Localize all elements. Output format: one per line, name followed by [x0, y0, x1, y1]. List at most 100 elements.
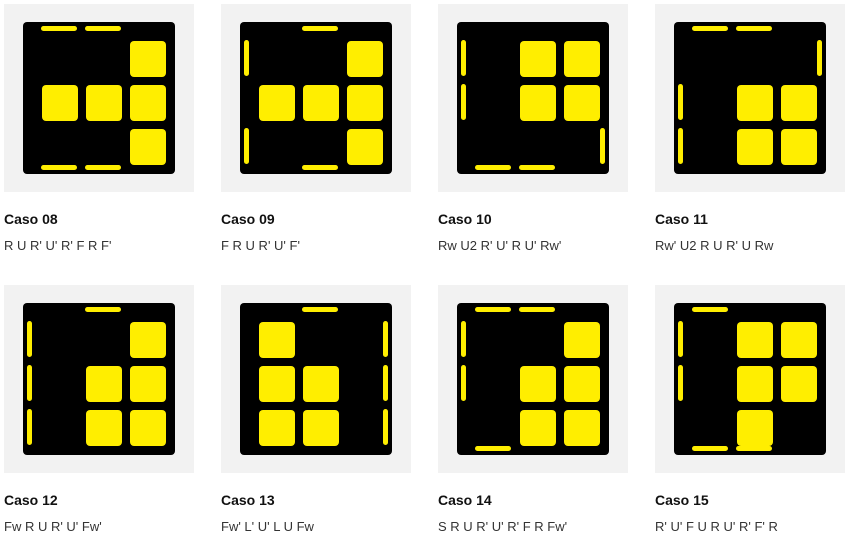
yellow-sticker	[781, 322, 817, 358]
side-sticker-top	[736, 26, 772, 31]
side-sticker-left	[27, 365, 32, 401]
case-thumbnail[interactable]	[4, 4, 194, 192]
yellow-sticker	[347, 129, 383, 165]
yellow-sticker	[86, 366, 122, 402]
side-sticker-bottom	[302, 165, 338, 170]
side-sticker-top	[519, 307, 555, 312]
case-thumbnail[interactable]	[438, 285, 628, 473]
yellow-sticker	[737, 85, 773, 121]
side-sticker-right	[383, 365, 388, 401]
yellow-sticker	[737, 129, 773, 165]
case-title: Caso 13	[221, 492, 275, 508]
side-sticker-top	[475, 307, 511, 312]
side-sticker-left	[27, 409, 32, 445]
yellow-sticker	[781, 85, 817, 121]
case-thumbnail[interactable]	[221, 285, 411, 473]
side-sticker-bottom	[41, 165, 77, 170]
yellow-sticker	[781, 366, 817, 402]
yellow-sticker	[520, 410, 556, 446]
yellow-sticker	[564, 366, 600, 402]
yellow-sticker	[737, 366, 773, 402]
case-title: Caso 15	[655, 492, 709, 508]
oll-cases-page: { "colors": { "sticker": "#ffee00", "cub…	[0, 0, 851, 539]
yellow-sticker	[303, 410, 339, 446]
yellow-sticker	[130, 410, 166, 446]
side-sticker-bottom	[692, 446, 728, 451]
side-sticker-top	[692, 307, 728, 312]
yellow-sticker	[259, 322, 295, 358]
cube-top-face-diagram	[674, 22, 826, 174]
yellow-sticker	[564, 322, 600, 358]
case-algorithm: Fw' L' U' L U Fw	[221, 519, 314, 534]
case-algorithm: R U R' U' R' F R F'	[4, 238, 112, 253]
cube-top-face-diagram	[23, 22, 175, 174]
side-sticker-left	[461, 40, 466, 76]
case-thumbnail[interactable]	[4, 285, 194, 473]
case-thumbnail[interactable]	[438, 4, 628, 192]
yellow-sticker	[347, 85, 383, 121]
yellow-sticker	[130, 322, 166, 358]
yellow-sticker	[737, 410, 773, 446]
yellow-sticker	[564, 410, 600, 446]
yellow-sticker	[520, 85, 556, 121]
yellow-sticker	[303, 85, 339, 121]
case-title: Caso 08	[4, 211, 58, 227]
yellow-sticker	[130, 129, 166, 165]
yellow-sticker	[130, 41, 166, 77]
yellow-sticker	[303, 366, 339, 402]
side-sticker-left	[461, 365, 466, 401]
case-title: Caso 09	[221, 211, 275, 227]
side-sticker-left	[678, 365, 683, 401]
yellow-sticker	[259, 410, 295, 446]
side-sticker-top	[85, 26, 121, 31]
case-title: Caso 14	[438, 492, 492, 508]
case-algorithm: Rw' U2 R U R' U Rw	[655, 238, 774, 253]
side-sticker-left	[678, 128, 683, 164]
cube-top-face-diagram	[457, 22, 609, 174]
case-title: Caso 11	[655, 211, 708, 227]
yellow-sticker	[130, 366, 166, 402]
side-sticker-left	[27, 321, 32, 357]
case-thumbnail[interactable]	[221, 4, 411, 192]
case-algorithm: Fw R U R' U' Fw'	[4, 519, 102, 534]
yellow-sticker	[781, 129, 817, 165]
side-sticker-top	[302, 26, 338, 31]
case-algorithm: S R U R' U' R' F R Fw'	[438, 519, 568, 534]
yellow-sticker	[259, 366, 295, 402]
yellow-sticker	[564, 85, 600, 121]
side-sticker-bottom	[519, 165, 555, 170]
cube-top-face-diagram	[240, 22, 392, 174]
case-title: Caso 10	[438, 211, 492, 227]
cube-top-face-diagram	[240, 303, 392, 455]
case-algorithm: R' U' F U R U' R' F' R	[655, 519, 778, 534]
side-sticker-top	[85, 307, 121, 312]
case-thumbnail[interactable]	[655, 4, 845, 192]
side-sticker-bottom	[736, 446, 772, 451]
yellow-sticker	[86, 85, 122, 121]
cube-top-face-diagram	[457, 303, 609, 455]
case-algorithm: Rw U2 R' U' R U' Rw'	[438, 238, 562, 253]
side-sticker-bottom	[85, 165, 121, 170]
side-sticker-right	[383, 409, 388, 445]
yellow-sticker	[564, 41, 600, 77]
yellow-sticker	[42, 85, 78, 121]
side-sticker-bottom	[475, 446, 511, 451]
case-algorithm: F R U R' U' F'	[221, 238, 300, 253]
side-sticker-right	[383, 321, 388, 357]
yellow-sticker	[259, 85, 295, 121]
side-sticker-left	[244, 128, 249, 164]
yellow-sticker	[86, 410, 122, 446]
side-sticker-left	[678, 84, 683, 120]
yellow-sticker	[130, 85, 166, 121]
side-sticker-right	[600, 128, 605, 164]
side-sticker-right	[817, 40, 822, 76]
side-sticker-top	[41, 26, 77, 31]
side-sticker-top	[302, 307, 338, 312]
case-title: Caso 12	[4, 492, 58, 508]
yellow-sticker	[520, 41, 556, 77]
side-sticker-left	[244, 40, 249, 76]
side-sticker-left	[678, 321, 683, 357]
side-sticker-left	[461, 321, 466, 357]
case-thumbnail[interactable]	[655, 285, 845, 473]
side-sticker-left	[461, 84, 466, 120]
